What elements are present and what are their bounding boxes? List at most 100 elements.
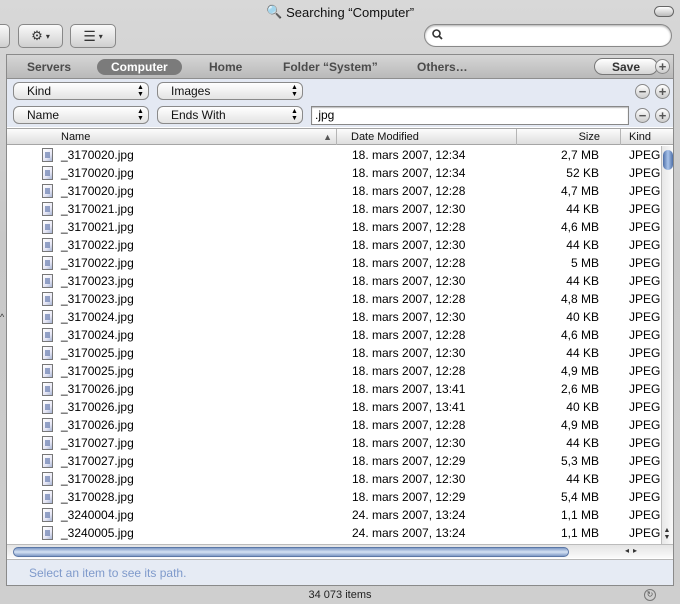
file-kind: JPEG <box>629 274 661 288</box>
progress-spinner-icon: ↻ <box>644 589 656 601</box>
file-name: _3170027.jpg <box>61 436 134 450</box>
file-kind: JPEG <box>629 436 661 450</box>
scroll-arrows-icon[interactable]: ▲ ▼ <box>661 527 673 541</box>
results-list: _3170020.jpg 18. mars 2007, 12:34 2,7 MB JP… <box>7 146 661 544</box>
file-kind: JPEG <box>629 310 661 324</box>
remove-criteria-button[interactable]: − <box>635 84 650 99</box>
jpeg-file-icon <box>42 310 53 324</box>
file-kind: JPEG <box>629 328 661 342</box>
scope-servers[interactable]: Servers <box>27 59 71 75</box>
file-size: 44 KB <box>566 346 599 360</box>
table-row[interactable]: _3170021.jpg 18. mars 2007, 12:30 44 KB JPE… <box>7 200 661 218</box>
file-date-modified: 18. mars 2007, 12:30 <box>352 202 466 216</box>
file-name: _3170020.jpg <box>61 184 134 198</box>
file-date-modified: 24. mars 2007, 13:24 <box>352 526 466 540</box>
add-criteria-button[interactable]: + <box>655 108 670 123</box>
column-header-kind[interactable]: Kind <box>621 129 673 145</box>
table-row[interactable]: _3240004.jpg 24. mars 2007, 13:24 1,1 MB JP… <box>7 506 661 524</box>
criteria-operator-popup[interactable]: Images <box>157 82 303 100</box>
remove-criteria-button[interactable]: − <box>635 108 650 123</box>
table-row[interactable]: _3170024.jpg 18. mars 2007, 12:30 40 KB JPE… <box>7 308 661 326</box>
action-menu-button[interactable]: ⚙ ▾ <box>18 24 63 48</box>
split-handle-icon[interactable]: ^ <box>0 312 4 322</box>
file-name: _3170028.jpg <box>61 472 134 486</box>
file-size: 5,4 MB <box>560 490 599 504</box>
criteria-attribute-popup[interactable]: Name <box>13 106 149 124</box>
file-kind: JPEG <box>629 238 661 252</box>
vertical-scroll-thumb[interactable] <box>663 150 673 170</box>
file-name: _3170025.jpg <box>61 346 134 360</box>
table-row[interactable]: _3170026.jpg 18. mars 2007, 13:41 40 KB JPE… <box>7 398 661 416</box>
column-header-name[interactable]: Name ▲ <box>7 129 337 145</box>
file-name: _3170020.jpg <box>61 148 134 162</box>
search-field[interactable] <box>424 24 672 47</box>
jpeg-file-icon <box>42 400 53 414</box>
table-row[interactable]: _3170023.jpg 18. mars 2007, 12:30 44 KB JPE… <box>7 272 661 290</box>
jpeg-file-icon <box>42 364 53 378</box>
scope-home[interactable]: Home <box>209 59 242 75</box>
table-row[interactable]: _3170026.jpg 18. mars 2007, 12:28 4,9 MB JP… <box>7 416 661 434</box>
table-row[interactable]: _3170027.jpg 18. mars 2007, 12:30 44 KB JPE… <box>7 434 661 452</box>
file-date-modified: 18. mars 2007, 12:28 <box>352 184 466 198</box>
horizontal-scrollbar[interactable]: ◂▸ <box>7 544 673 558</box>
table-row[interactable]: _3170025.jpg 18. mars 2007, 12:28 4,9 MB JP… <box>7 362 661 380</box>
scroll-left-right-icon[interactable]: ◂▸ <box>625 546 641 555</box>
table-row[interactable]: _3170023.jpg 18. mars 2007, 12:28 4,8 MB JP… <box>7 290 661 308</box>
view-options-button[interactable]: ☰ ▾ <box>70 24 116 48</box>
save-button[interactable]: Save <box>594 58 658 75</box>
scope-computer[interactable]: Computer <box>97 59 182 75</box>
scope-folder-system[interactable]: Folder “System” <box>283 59 378 75</box>
file-date-modified: 18. mars 2007, 12:28 <box>352 256 466 270</box>
jpeg-file-icon <box>42 274 53 288</box>
table-row[interactable]: _3240005.jpg 24. mars 2007, 13:24 1,1 MB JP… <box>7 524 661 542</box>
table-row[interactable]: _3170022.jpg 18. mars 2007, 12:30 44 KB JPE… <box>7 236 661 254</box>
file-kind: JPEG <box>629 526 661 540</box>
add-criteria-button[interactable]: + <box>655 84 670 99</box>
table-row[interactable]: _3170026.jpg 18. mars 2007, 13:41 2,6 MB JP… <box>7 380 661 398</box>
jpeg-file-icon <box>42 328 53 342</box>
file-date-modified: 18. mars 2007, 13:41 <box>352 400 466 414</box>
table-row[interactable]: _3170028.jpg 18. mars 2007, 12:29 5,4 MB JP… <box>7 488 661 506</box>
magnifier-icon: 🔍 <box>265 4 283 19</box>
file-date-modified: 18. mars 2007, 12:30 <box>352 274 466 288</box>
table-row[interactable]: _3170022.jpg 18. mars 2007, 12:28 5 MB JPEG <box>7 254 661 272</box>
path-bar: Select an item to see its path. <box>7 559 673 585</box>
file-size: 4,9 MB <box>560 364 599 378</box>
criteria-value-field[interactable]: .jpg <box>311 106 629 125</box>
plus-icon: + <box>658 108 667 123</box>
file-date-modified: 18. mars 2007, 12:28 <box>352 292 466 306</box>
table-row[interactable]: _3170024.jpg 18. mars 2007, 12:28 4,6 MB JP… <box>7 326 661 344</box>
table-row[interactable]: _3170020.jpg 18. mars 2007, 12:34 2,7 MB JP… <box>7 146 661 164</box>
file-size: 44 KB <box>566 472 599 486</box>
table-row[interactable]: _3170020.jpg 18. mars 2007, 12:34 52 KB JPE… <box>7 164 661 182</box>
add-scope-button[interactable]: + <box>655 59 670 74</box>
criteria-operator-popup[interactable]: Ends With <box>157 106 303 124</box>
column-header-date[interactable]: Date Modified <box>337 129 517 145</box>
file-date-modified: 18. mars 2007, 12:28 <box>352 364 466 378</box>
file-size: 5 MB <box>570 256 599 270</box>
file-kind: JPEG <box>629 148 661 162</box>
table-row[interactable]: _3170020.jpg 18. mars 2007, 12:28 4,7 MB JP… <box>7 182 661 200</box>
back-button[interactable] <box>0 24 10 48</box>
vertical-scrollbar[interactable] <box>661 146 673 544</box>
criteria-attribute-popup[interactable]: Kind <box>13 82 149 100</box>
file-date-modified: 18. mars 2007, 12:34 <box>352 166 466 180</box>
table-row[interactable]: _3170027.jpg 18. mars 2007, 12:29 5,3 MB JP… <box>7 452 661 470</box>
finder-window: 🔍 Searching “Computer” ⚙ ▾ ☰ ▾ Servers Com… <box>0 0 680 604</box>
search-input[interactable] <box>447 26 671 45</box>
column-header-size[interactable]: Size <box>517 129 621 145</box>
table-row[interactable]: _3170021.jpg 18. mars 2007, 12:28 4,6 MB JP… <box>7 218 661 236</box>
file-kind: JPEG <box>629 166 661 180</box>
file-size: 44 KB <box>566 202 599 216</box>
toolbar-toggle-button[interactable] <box>654 6 674 17</box>
table-row[interactable]: _3170028.jpg 18. mars 2007, 12:30 44 KB JPE… <box>7 470 661 488</box>
jpeg-file-icon <box>42 490 53 504</box>
file-size: 4,6 MB <box>560 328 599 342</box>
table-row[interactable]: _3170025.jpg 18. mars 2007, 12:30 44 KB JPE… <box>7 344 661 362</box>
plus-icon: + <box>658 59 667 74</box>
scope-others[interactable]: Others… <box>417 59 468 75</box>
jpeg-file-icon <box>42 418 53 432</box>
search-results-panel: Servers Computer Home Folder “System” Ot… <box>6 54 674 586</box>
horizontal-scroll-thumb[interactable] <box>13 547 569 557</box>
jpeg-file-icon <box>42 292 53 306</box>
